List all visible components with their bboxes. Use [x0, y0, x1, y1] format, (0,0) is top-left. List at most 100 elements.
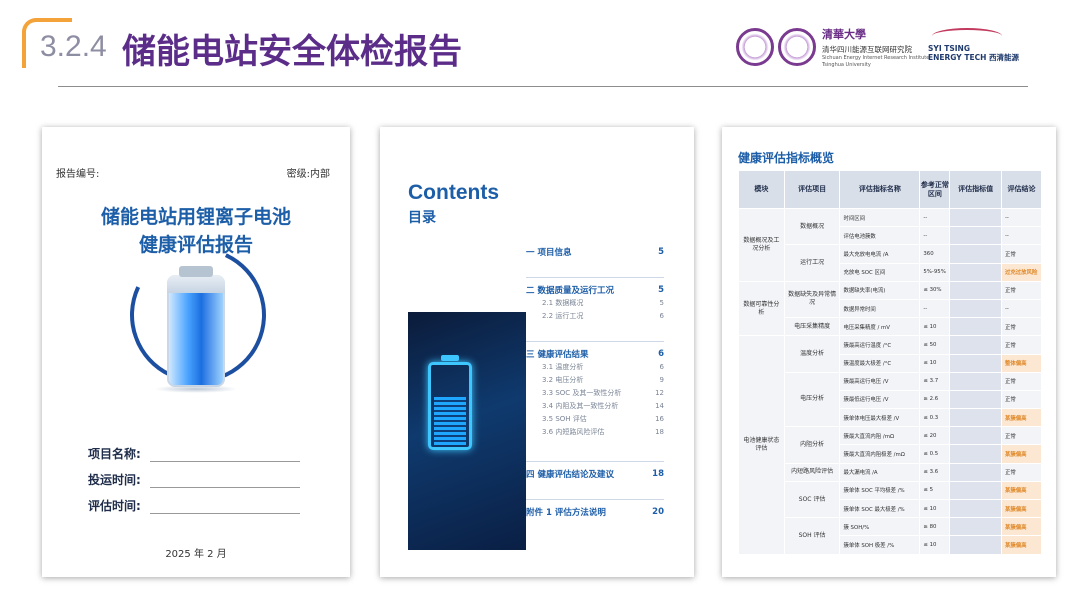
toc-subitem[interactable]: 2.1 数据概况 5: [526, 296, 664, 309]
report-cover-card: 报告编号: 密级:内部 储能电站用锂离子电池 健康评估报告 项目名称: 投运时间…: [42, 127, 350, 577]
table-header-cell: 模块: [738, 170, 785, 209]
indicator-name-cell: 数据异常时间: [839, 298, 921, 319]
indicator-value-cell: [949, 335, 1002, 355]
indicator-value-cell: [949, 207, 1002, 228]
toc-subitem[interactable]: 3.3 SOC 及其一致性分析 12: [526, 386, 664, 399]
toc-divider: [526, 277, 664, 278]
tsinghua-seal-icon: [736, 28, 774, 66]
indicator-name-cell: 簇单体电压最大极差 /V: [839, 408, 921, 428]
indicator-name-cell: 簇温度最大极差 /°C: [839, 353, 921, 373]
toc-subitem[interactable]: 2.2 运行工况 6: [526, 309, 664, 322]
toc-subitem-page: 6: [659, 362, 664, 371]
toc-item-label: 四 健康评估结论及建议: [526, 469, 614, 480]
toc-section: 四 健康评估结论及建议 18: [526, 467, 664, 480]
result-cell: 正常: [1000, 244, 1043, 264]
indicator-name-cell: 簇最大直流内阻极差 /mΩ: [839, 444, 921, 464]
institute-name-en: Sichuan Energy Internet Research Institu…: [822, 55, 930, 61]
toc-item[interactable]: 二 数据质量及运行工况 5: [526, 283, 664, 296]
toc-item-page: 6: [658, 348, 664, 359]
toc-subitem[interactable]: 3.4 内阻及其一致性分析 14: [526, 399, 664, 412]
item-cell: 内短路风险评估: [783, 462, 841, 482]
item-cell: 电压采集精度: [783, 317, 841, 337]
toc-item[interactable]: 四 健康评估结论及建议 18: [526, 467, 664, 480]
toc-section: 二 数据质量及运行工况 5 2.1 数据概况 5 2.2 运行工况 6: [526, 283, 664, 322]
indicator-name-cell: 簇单体 SOH 极差 /%: [839, 535, 921, 555]
contents-card: Contents 目录 一 项目信息 5 二 数据质量及运行工况 5 2.1 数据概况 5…: [380, 127, 694, 577]
company-name-line1: SYI TSING: [928, 44, 970, 53]
toc-section: 附件 1 评估方法说明 20: [526, 505, 664, 518]
range-cell: 5%-95%: [919, 262, 951, 282]
toc-subitem[interactable]: 3.5 SOH 评估 16: [526, 412, 664, 425]
toc-subitem-label: 3.1 温度分析: [542, 362, 584, 371]
table-header-cell: 参考正常区间: [919, 170, 951, 209]
item-cell: 内阻分析: [783, 426, 841, 464]
toc-item-page: 5: [658, 284, 664, 295]
table-row: 内短路风险评估 最大漏电流 /A ≤ 3.6 正常: [739, 462, 1043, 482]
toc-divider: [526, 341, 664, 342]
company-logo: SYI TSING ENERGY TECH 西清能源: [928, 28, 1034, 62]
toc-item[interactable]: 一 项目信息 5: [526, 245, 664, 258]
battery-cap-icon: [179, 266, 213, 277]
table-row: 内阻分析 簇最大直流内阻 /mΩ ≤ 20 正常: [739, 426, 1043, 464]
toc-subitem[interactable]: 3.6 内短路风险评估 18: [526, 425, 664, 438]
range-cell: --: [919, 226, 951, 246]
range-cell: ≤ 3.7: [919, 371, 951, 391]
indicator-name-cell: 评估电池簇数: [839, 226, 921, 246]
indicator-value-cell: [949, 498, 1002, 519]
item-cell: SOH 评估: [783, 517, 841, 555]
institute-logo-text: 清華大學: [822, 28, 866, 41]
module-cell: 电池健康状态评估: [738, 335, 785, 555]
cover-date: 2025 年 2 月: [165, 549, 227, 560]
indicator-name-cell: 最大充放电电流 /A: [839, 244, 921, 264]
result-cell: 过充过放风险: [1000, 262, 1043, 282]
contents-title-en: Contents: [408, 181, 499, 204]
report-number-label: 报告编号:: [56, 169, 100, 180]
toc-subitem-page: 9: [659, 375, 664, 384]
indicator-value-cell: [949, 480, 1002, 501]
company-swoosh-icon: [932, 28, 1002, 44]
indicator-value-cell: [949, 444, 1002, 464]
field-line: [150, 513, 300, 514]
battery-shadow: [154, 385, 238, 393]
range-cell: --: [919, 298, 951, 319]
table-header-cell: 评估指标名称: [839, 170, 921, 209]
toc-subitem-page: 12: [655, 388, 664, 397]
indicator-name-cell: 簇最低运行电压 /V: [839, 389, 921, 410]
module-cell: 数据可靠性分析: [738, 280, 785, 337]
result-cell: 某簇偏高: [1000, 480, 1043, 501]
range-cell: ≤ 20: [919, 426, 951, 446]
range-cell: ≤ 10: [919, 317, 951, 337]
toc-subitem-page: 5: [659, 298, 664, 307]
table-row: 电池健康状态评估 温度分析 簇最高运行温度 /°C ≤ 50 正常: [738, 335, 1043, 555]
range-cell: --: [919, 207, 951, 228]
toc-item-label: 一 项目信息: [526, 247, 572, 258]
toc-item-page: 5: [658, 246, 664, 257]
result-cell: --: [1000, 226, 1043, 246]
toc-item[interactable]: 三 健康评估结果 6: [526, 347, 664, 360]
table-row: SOC 评估 簇单体 SOC 平均极差 /% ≤ 5 某簇偏高: [739, 480, 1043, 519]
indicator-name-cell: 簇最高运行电压 /V: [839, 371, 921, 391]
header-divider: [58, 86, 1028, 87]
battery-fill-icon: [434, 397, 466, 445]
item-cell: 数据概况: [783, 207, 841, 246]
slide: 3.2.4 储能电站安全体检报告 清華大學 清华四川能源互联网研究院 Sichu…: [0, 0, 1080, 602]
result-cell: 正常: [1000, 335, 1043, 355]
toc-item[interactable]: 附件 1 评估方法说明 20: [526, 505, 664, 518]
result-cell: 某簇偏高: [1000, 498, 1043, 519]
section-title: 储能电站安全体检报告: [122, 32, 462, 72]
toc-subitem-page: 18: [655, 427, 664, 436]
indicator-value-cell: [949, 535, 1002, 555]
range-cell: ≥ 2.6: [919, 389, 951, 410]
toc-subitem[interactable]: 3.2 电压分析 9: [526, 373, 664, 386]
indicator-name-cell: 时间区间: [839, 207, 921, 228]
toc-subitem-label: 3.4 内阻及其一致性分析: [542, 401, 619, 410]
table-row: 电压采集精度 电压采集精度 / mV ≤ 10 正常: [739, 317, 1043, 337]
indicators-title: 健康评估指标概览: [738, 151, 835, 165]
toc-subitem[interactable]: 3.1 温度分析 6: [526, 360, 664, 373]
result-cell: 正常: [1000, 371, 1043, 391]
result-cell: 正常: [1000, 426, 1043, 446]
indicator-value-cell: [949, 262, 1002, 282]
table-header-cell: 评估指标值: [949, 170, 1002, 209]
result-cell: 正常: [1000, 462, 1043, 482]
toc-subitem-label: 3.3 SOC 及其一致性分析: [542, 388, 622, 397]
